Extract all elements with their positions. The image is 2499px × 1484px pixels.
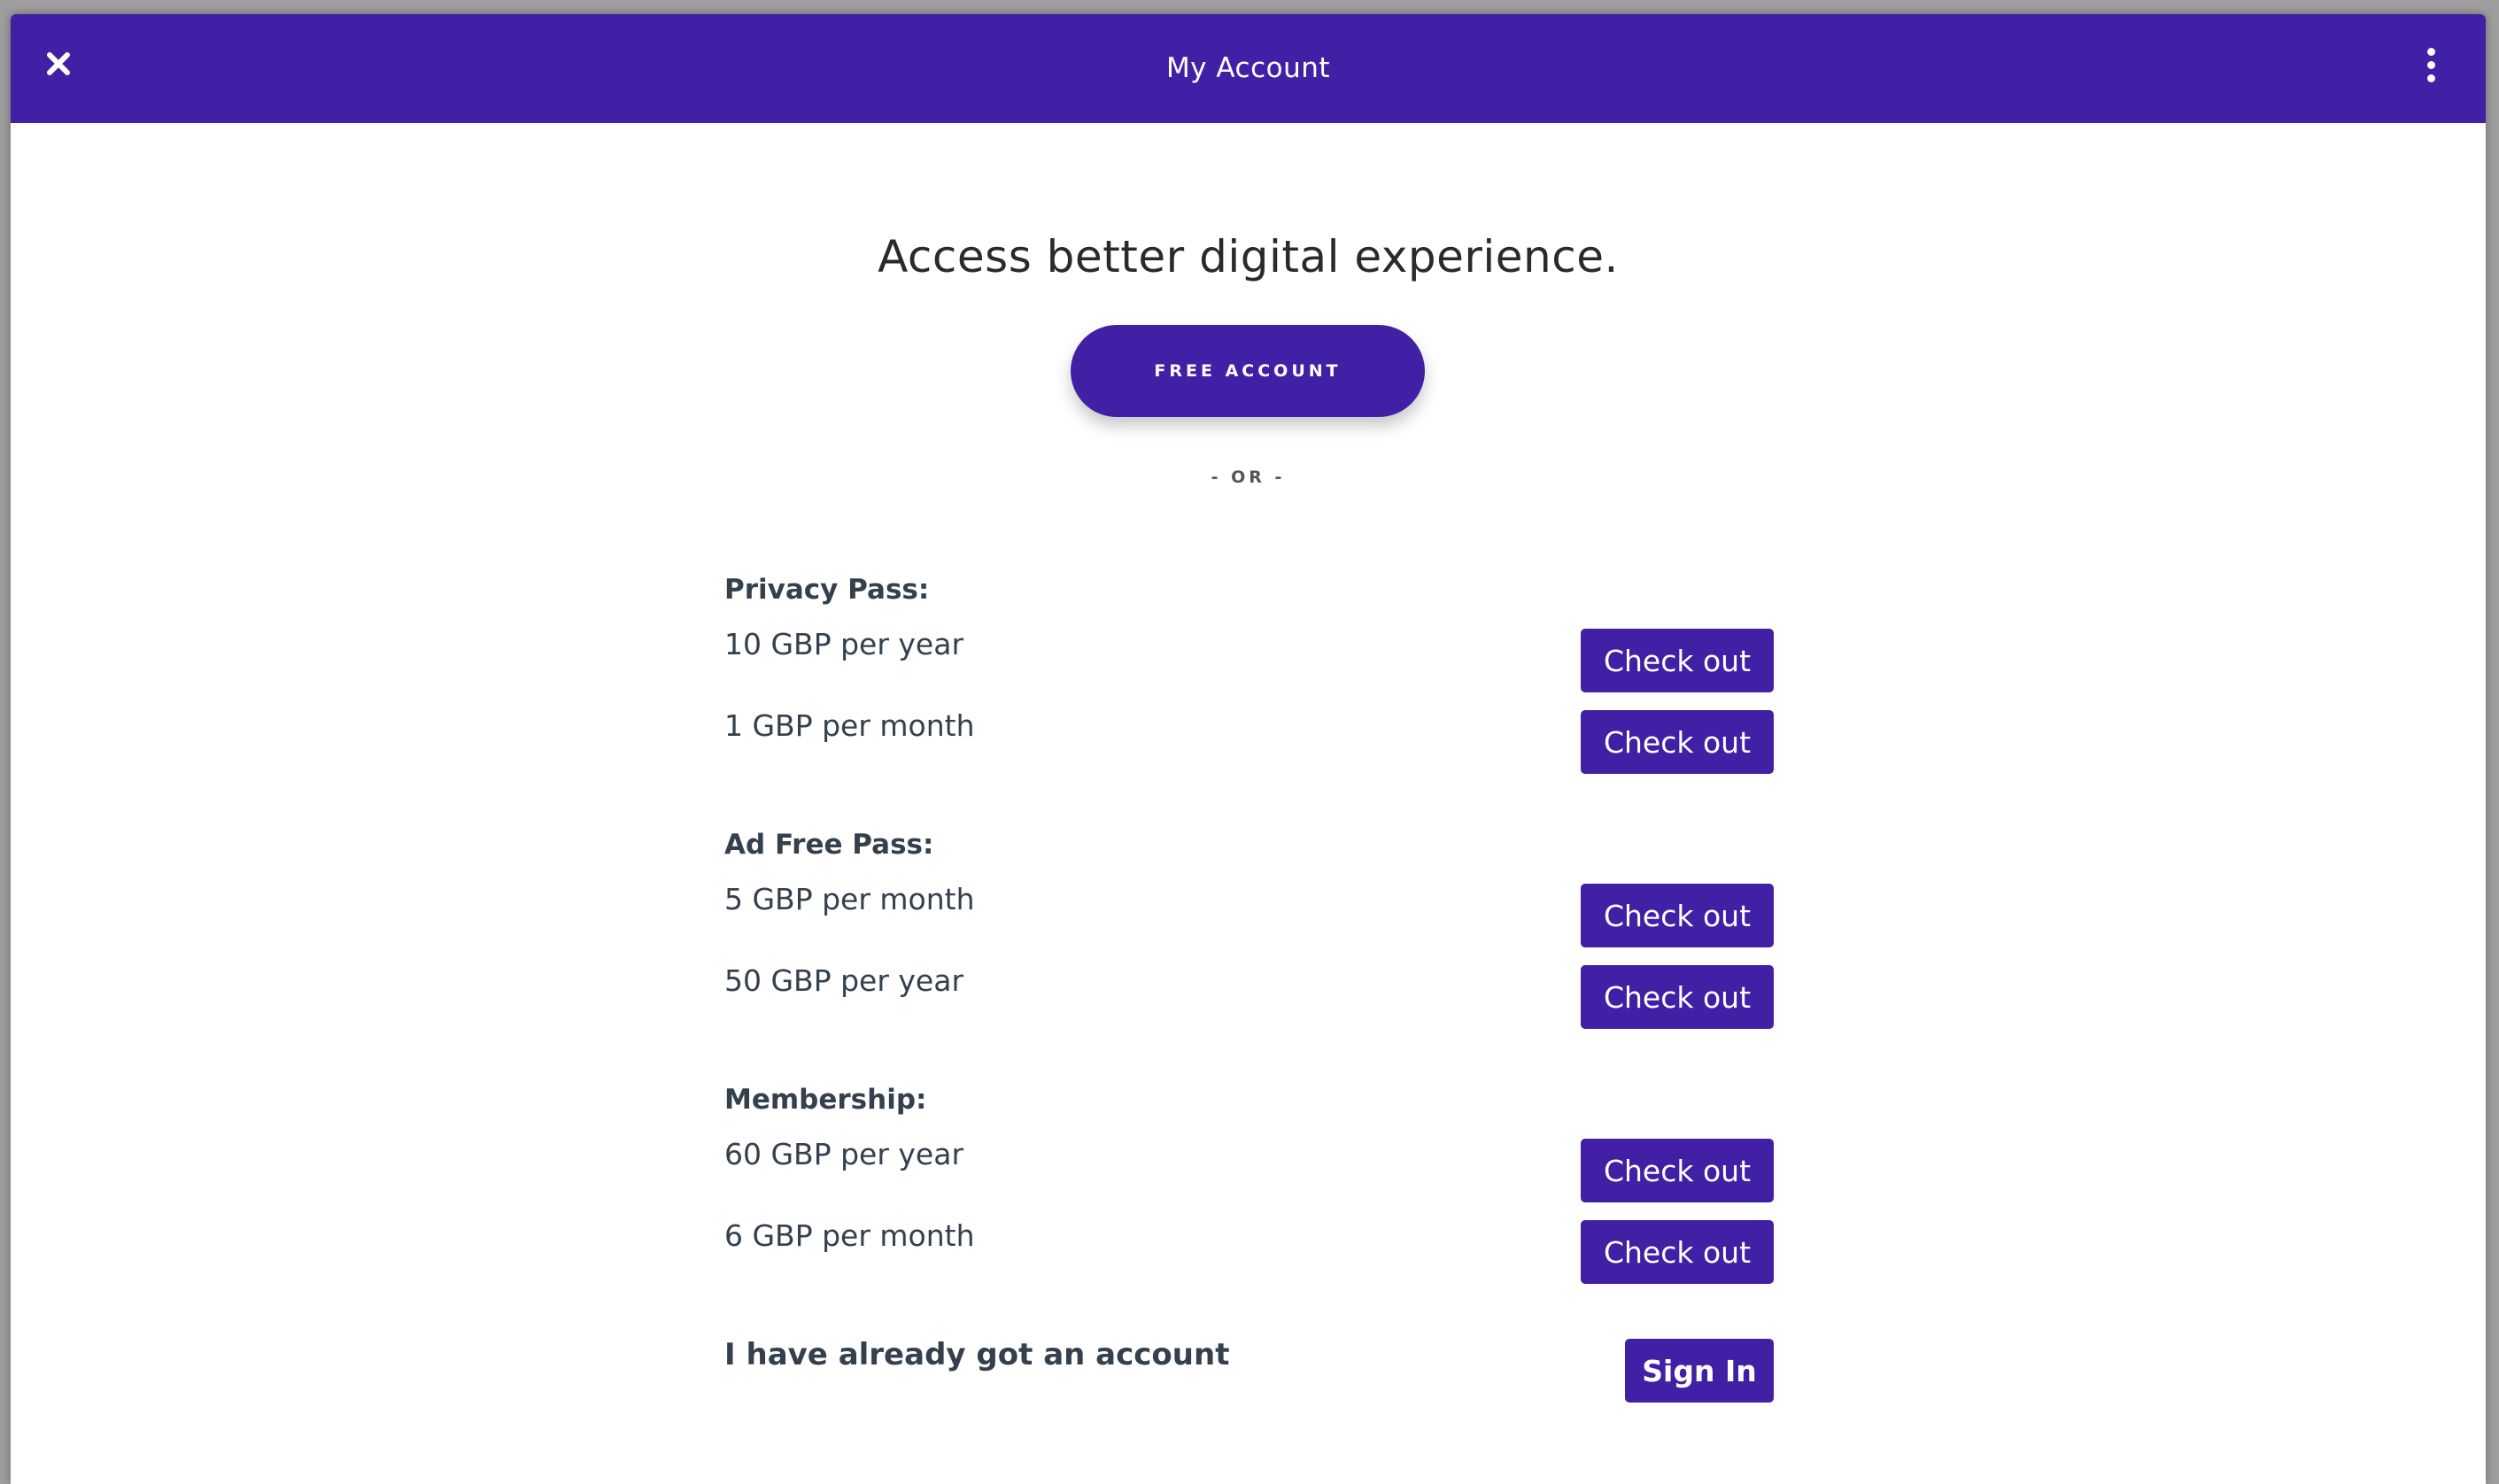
checkout-button[interactable]: Check out	[1581, 1220, 1774, 1284]
more-options-button[interactable]	[2420, 48, 2441, 92]
plan-price: 6 GBP per month	[724, 1218, 975, 1253]
plan-title-ad-free-pass: Ad Free Pass:	[724, 829, 934, 861]
more-vertical-icon-dot	[2426, 74, 2435, 82]
checkout-button[interactable]: Check out	[1581, 884, 1774, 947]
plan-price: 5 GBP per month	[724, 882, 975, 916]
plan-price: 10 GBP per year	[724, 627, 964, 661]
or-divider: - OR -	[1211, 468, 1286, 487]
checkout-button[interactable]: Check out	[1581, 710, 1774, 774]
account-window: My Account Access better digital experie…	[11, 14, 2486, 1484]
more-vertical-icon-dot	[2426, 61, 2435, 69]
more-vertical-icon	[2426, 48, 2435, 56]
plan-price: 60 GBP per year	[724, 1137, 964, 1171]
plan-title-membership: Membership:	[724, 1084, 927, 1116]
headline: Access better digital experience.	[878, 231, 1619, 282]
existing-account-text: I have already got an account	[724, 1337, 1230, 1372]
page-title: My Account	[1165, 52, 1331, 84]
free-account-button[interactable]: FREE ACCOUNT	[1071, 325, 1425, 417]
plan-title-privacy-pass: Privacy Pass:	[724, 574, 930, 606]
checkout-button[interactable]: Check out	[1581, 965, 1774, 1029]
sign-in-button[interactable]: Sign In	[1625, 1339, 1774, 1403]
checkout-button[interactable]: Check out	[1581, 629, 1774, 692]
plan-price: 50 GBP per year	[724, 963, 964, 998]
top-bar: My Account	[11, 14, 2486, 123]
plan-price: 1 GBP per month	[724, 708, 975, 743]
checkout-button[interactable]: Check out	[1581, 1139, 1774, 1202]
